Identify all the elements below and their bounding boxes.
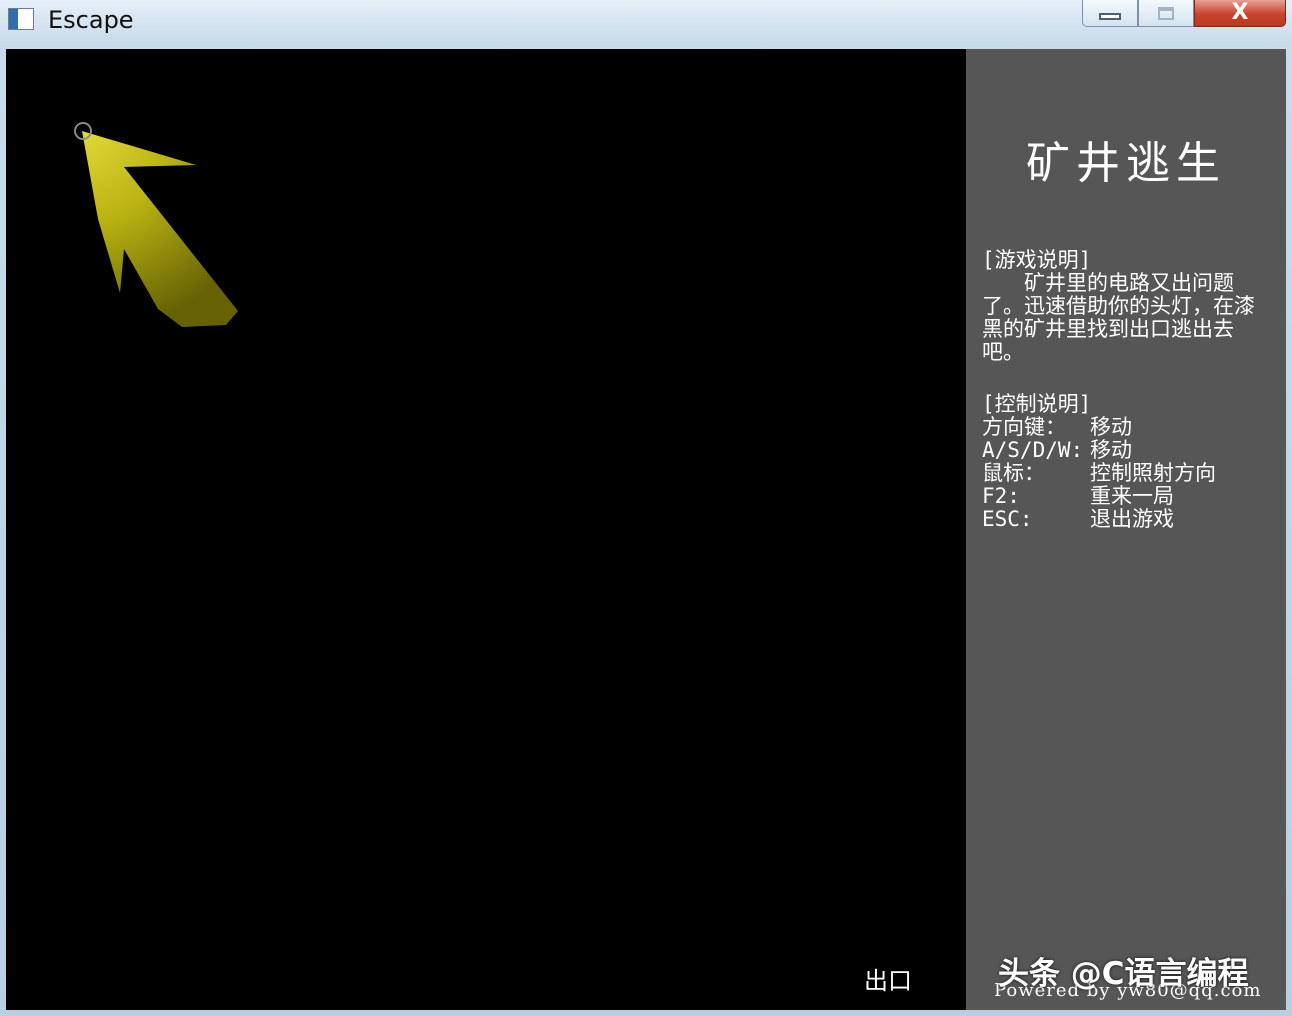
control-key: F2: [982, 484, 1020, 508]
control-row: A/S/D/W: 移动 [982, 439, 1272, 462]
close-icon: X [1231, 0, 1249, 25]
controls-heading: [控制说明] [982, 392, 1092, 416]
game-title: 矿井逃生 [1026, 138, 1226, 189]
close-button[interactable]: X [1194, 0, 1286, 27]
window-title: Escape [48, 6, 134, 34]
control-row: F2: 重来一局 [982, 485, 1272, 508]
control-key: 鼠标： [982, 461, 1045, 485]
game-instructions: [游戏说明] 矿井里的电路又出问题了。迅速借助你的头灯，在漆黑的矿井里找到出口逃… [982, 249, 1272, 364]
game-canvas[interactable]: 出口 [6, 49, 966, 1010]
minimize-icon [1099, 12, 1121, 20]
instructions-heading: [游戏说明] [982, 248, 1092, 272]
control-action: 移动 [1090, 438, 1132, 462]
control-key: 方向键： [982, 415, 1066, 439]
credit-line: Powered by yw80@qq.com [994, 980, 1262, 1001]
control-row: 方向键： 移动 [982, 416, 1272, 439]
app-icon[interactable] [8, 8, 34, 30]
control-instructions: [控制说明] 方向键： 移动 A/S/D/W: 移动 鼠标： 控制照射方向 F2… [982, 393, 1272, 531]
maximize-icon [1158, 6, 1174, 20]
maximize-button[interactable] [1138, 0, 1194, 27]
control-row: ESC: 退出游戏 [982, 508, 1272, 531]
control-key: A/S/D/W: [982, 438, 1084, 462]
control-row: 鼠标： 控制照射方向 [982, 462, 1272, 485]
control-key: ESC: [982, 507, 1033, 531]
light-beam-shape [82, 131, 238, 327]
title-bar[interactable]: Escape X [0, 0, 1292, 46]
exit-label: 出口 [864, 967, 912, 995]
headlamp-light-beam [74, 122, 238, 327]
window-controls: X [1082, 0, 1286, 28]
control-action: 控制照射方向 [1090, 461, 1216, 485]
minimize-button[interactable] [1082, 0, 1138, 27]
info-side-panel: 矿井逃生 [游戏说明] 矿井里的电路又出问题了。迅速借助你的头灯，在漆黑的矿井里… [966, 49, 1286, 1010]
control-action: 移动 [1090, 415, 1132, 439]
player-miner [74, 122, 92, 140]
instructions-text: 矿井里的电路又出问题了。迅速借助你的头灯，在漆黑的矿井里找到出口逃出去吧。 [982, 271, 1255, 364]
control-action: 退出游戏 [1090, 507, 1174, 531]
application-window: Escape X 出口 矿井逃生 [游戏说明] 矿井里的电路又出问题了。迅速借助… [0, 0, 1292, 1016]
control-action: 重来一局 [1090, 484, 1174, 508]
